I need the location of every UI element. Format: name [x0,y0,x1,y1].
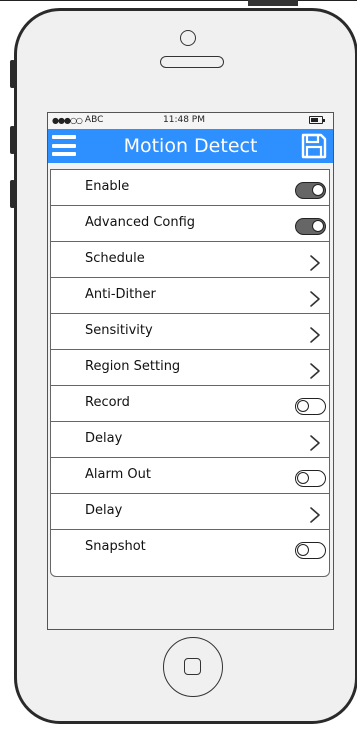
toggle-switch[interactable] [295,398,326,415]
settings-row-advanced-config[interactable]: Advanced Config [51,206,329,242]
settings-row-snapshot[interactable]: Snapshot [51,530,329,566]
status-bar: ●●●○○ ABC 11:48 PM [48,113,333,129]
settings-row-label: Region Setting [85,359,181,374]
settings-row-sensitivity[interactable]: Sensitivity [51,314,329,350]
toggle-knob [312,220,324,232]
settings-row-record[interactable]: Record [51,386,329,422]
toggle-knob [297,544,309,556]
settings-row-label: Snapshot [85,539,146,554]
chevron-right-icon[interactable] [308,254,322,272]
settings-row-label: Alarm Out [85,467,151,482]
settings-row-region-setting[interactable]: Region Setting [51,350,329,386]
top-edge-line [0,0,357,6]
settings-list: Enable Advanced Config Schedule Anti-Dither… [50,169,330,577]
mute-switch [10,60,15,88]
settings-row-label: Delay [85,431,123,446]
chevron-right-icon[interactable] [308,434,322,452]
settings-row-label: Schedule [85,251,145,266]
battery-icon [309,116,325,124]
carrier-name: ABC [84,115,104,125]
earpiece-speaker [160,56,224,68]
navigation-bar: Motion Detect [48,129,333,163]
toggle-knob [297,472,309,484]
settings-row-alarm-out[interactable]: Alarm Out [51,458,329,494]
carrier-indicator: ●●●○○ ABC [52,115,103,125]
settings-row-enable[interactable]: Enable [51,170,329,206]
hamburger-icon[interactable] [52,135,76,156]
settings-row-label: Enable [85,179,130,194]
toggle-knob [312,184,324,196]
top-edge-tab [248,0,298,6]
signal-strength-icon: ●●●○○ [52,115,83,125]
settings-row-label: Sensitivity [85,323,153,338]
volume-up-button [10,126,15,154]
settings-row-label: Anti-Dither [85,287,156,302]
toggle-knob [297,400,309,412]
chevron-right-icon[interactable] [308,290,322,308]
floppy-disk-icon[interactable] [301,133,327,159]
settings-row-anti-dither[interactable]: Anti-Dither [51,278,329,314]
chevron-right-icon[interactable] [308,326,322,344]
status-time: 11:48 PM [163,115,205,125]
settings-row-delay[interactable]: Delay [51,494,329,530]
volume-down-button [10,180,15,208]
home-square-icon [184,658,201,675]
chevron-right-icon[interactable] [308,362,322,380]
front-camera-icon [180,30,196,46]
settings-row-label: Record [85,395,130,410]
phone-screen: ●●●○○ ABC 11:48 PM Motion Detect Enable A… [47,112,334,630]
settings-row-label: Delay [85,503,123,518]
toggle-switch[interactable] [295,218,326,235]
toggle-switch[interactable] [295,470,326,487]
toggle-switch[interactable] [295,182,326,199]
settings-row-delay[interactable]: Delay [51,422,329,458]
settings-row-schedule[interactable]: Schedule [51,242,329,278]
chevron-right-icon[interactable] [308,506,322,524]
home-button[interactable] [163,637,223,697]
settings-row-label: Advanced Config [85,215,196,230]
page-title: Motion Detect [123,135,258,157]
toggle-switch[interactable] [295,542,326,559]
